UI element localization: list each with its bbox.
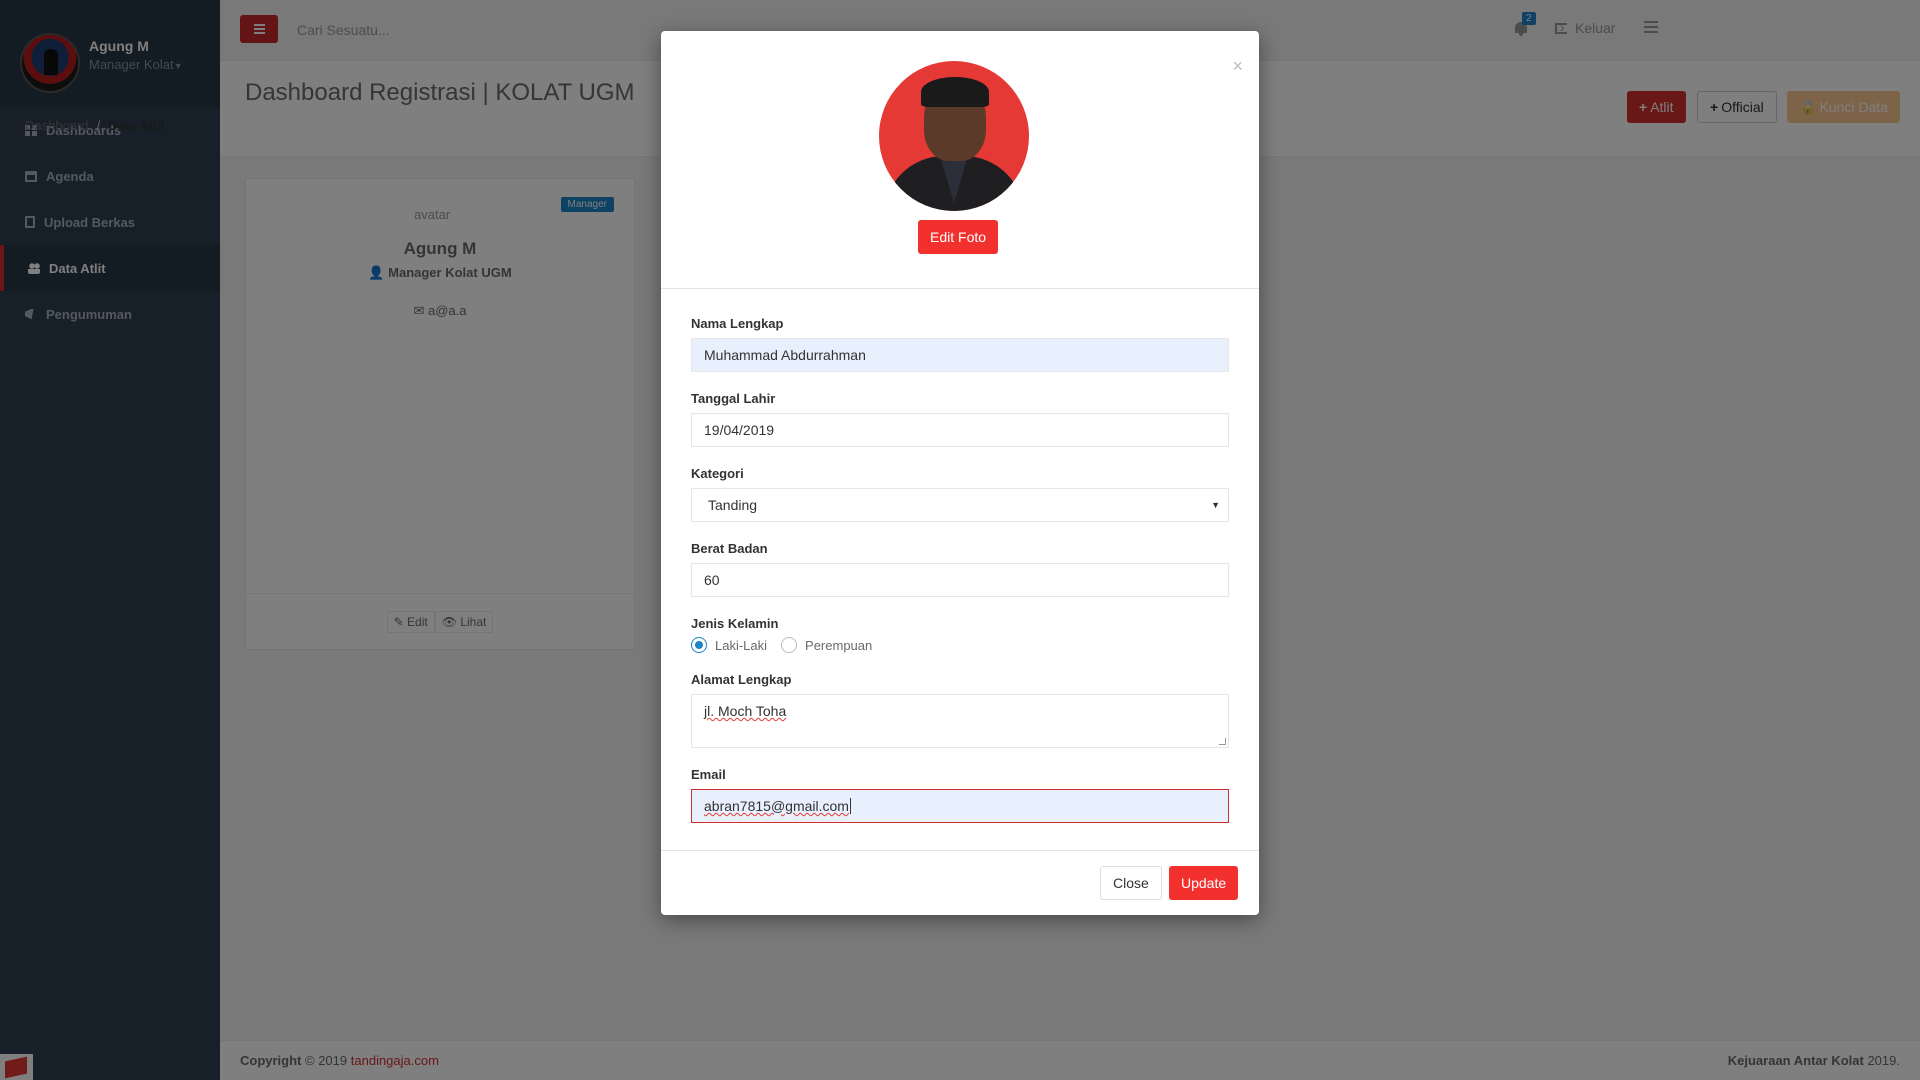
update-button[interactable]: Update: [1169, 866, 1239, 900]
kategori-value: Tanding: [708, 497, 758, 513]
field-nama: Nama Lengkap Muhammad Abdurrahman: [691, 316, 1229, 372]
field-alamat: Alamat Lengkap jl. Moch Toha: [691, 672, 1229, 748]
nama-input[interactable]: Muhammad Abdurrahman: [691, 338, 1229, 372]
field-berat: Berat Badan 60: [691, 541, 1229, 597]
email-value: abran7815@gmail.com: [704, 798, 849, 814]
athlete-photo: [879, 61, 1029, 211]
kategori-select[interactable]: Tanding ▼: [691, 488, 1229, 522]
kelamin-radio-group: Laki-Laki Perempuan: [691, 637, 1229, 653]
kelamin-label: Jenis Kelamin: [691, 616, 779, 631]
berat-label: Berat Badan: [691, 541, 768, 556]
modal-footer: Close Update: [661, 850, 1259, 915]
alamat-label: Alamat Lengkap: [691, 672, 792, 687]
field-kategori: Kategori Tanding ▼: [691, 466, 1229, 522]
close-button[interactable]: Close: [1100, 866, 1162, 900]
tanggal-input[interactable]: 19/04/2019: [691, 413, 1229, 447]
field-email: Email abran7815@gmail.com: [691, 767, 1229, 823]
alamat-value: jl. Moch Toha: [704, 703, 787, 719]
tanggal-label: Tanggal Lahir: [691, 391, 776, 406]
text-cursor: [849, 798, 851, 814]
email-label: Email: [691, 767, 726, 782]
edit-atlit-modal: × Edit Foto Nama Lengkap Muhammad Abdurr…: [661, 31, 1259, 915]
modal-header: × Edit Foto: [661, 31, 1259, 289]
kategori-label: Kategori: [691, 466, 744, 481]
caret-down-icon: ▼: [1211, 500, 1220, 510]
berat-input[interactable]: 60: [691, 563, 1229, 597]
radio-perempuan-label[interactable]: Perempuan: [805, 638, 872, 653]
field-kelamin: Jenis Kelamin Laki-Laki Perempuan: [691, 616, 1229, 653]
radio-laki-laki[interactable]: [691, 637, 707, 653]
field-tanggal: Tanggal Lahir 19/04/2019: [691, 391, 1229, 447]
nama-label: Nama Lengkap: [691, 316, 784, 331]
alamat-textarea[interactable]: jl. Moch Toha: [691, 694, 1229, 748]
radio-perempuan[interactable]: [781, 637, 798, 653]
edit-photo-button[interactable]: Edit Foto: [918, 220, 999, 254]
modal-form: Nama Lengkap Muhammad Abdurrahman Tangga…: [691, 316, 1229, 842]
radio-laki-laki-label[interactable]: Laki-Laki: [715, 638, 767, 653]
close-icon[interactable]: ×: [1232, 57, 1243, 75]
email-field[interactable]: abran7815@gmail.com: [691, 789, 1229, 823]
